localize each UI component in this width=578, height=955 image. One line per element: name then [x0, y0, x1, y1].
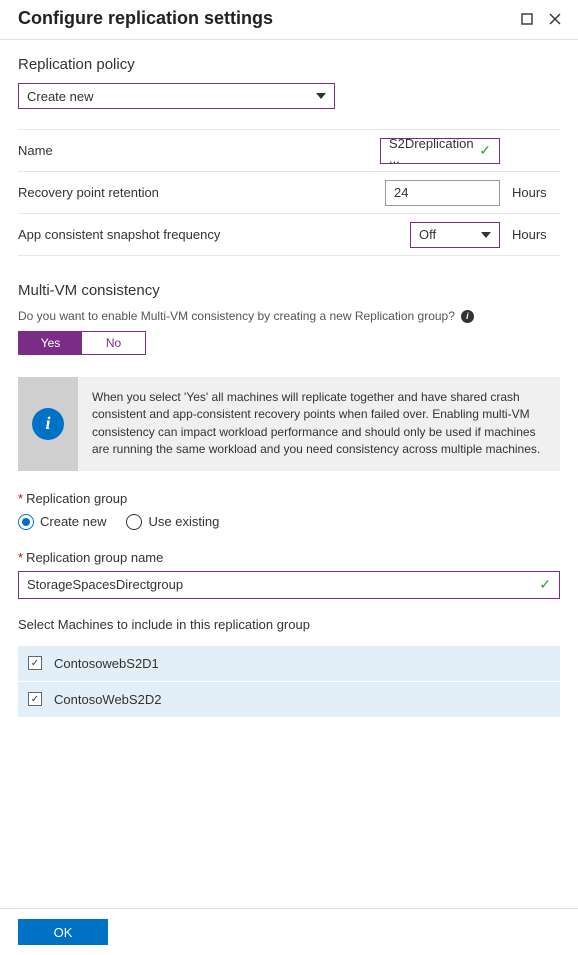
list-item[interactable]: ✓ ContosowebS2D1 [18, 646, 560, 682]
toggle-no[interactable]: No [82, 332, 145, 354]
repgroup-label: *Replication group [18, 491, 560, 506]
repgroup-name-value: StorageSpacesDirectgroup [27, 577, 183, 592]
mvc-heading: Multi-VM consistency [18, 282, 560, 299]
ok-button[interactable]: OK [18, 919, 108, 945]
machine-name: ContosowebS2D1 [54, 656, 159, 671]
policy-dropdown[interactable]: Create new [18, 83, 335, 109]
radio-create-label: Create new [40, 514, 106, 529]
retention-unit: Hours [500, 185, 560, 200]
mvc-toggle[interactable]: Yes No [18, 331, 146, 355]
retention-input[interactable]: 24 [385, 180, 500, 206]
info-icon: i [32, 408, 64, 440]
checkbox-icon[interactable]: ✓ [28, 656, 42, 670]
snapshot-label: App consistent snapshot frequency [18, 227, 410, 242]
check-icon: ✓ [539, 576, 551, 593]
repgroup-name-label: *Replication group name [18, 550, 560, 565]
repgroup-name-input[interactable]: StorageSpacesDirectgroup ✓ [18, 571, 560, 599]
name-input[interactable]: S2Dreplication ... ✓ [380, 138, 500, 164]
radio-existing-label: Use existing [148, 514, 219, 529]
check-icon: ✓ [479, 142, 491, 159]
snapshot-value: Off [419, 227, 436, 242]
checkbox-icon[interactable]: ✓ [28, 692, 42, 706]
close-icon[interactable] [546, 10, 564, 28]
toggle-yes[interactable]: Yes [19, 332, 82, 354]
radio-icon [18, 514, 34, 530]
restore-icon[interactable] [518, 10, 536, 28]
radio-use-existing[interactable]: Use existing [126, 514, 219, 530]
radio-icon [126, 514, 142, 530]
info-callout: i When you select 'Yes' all machines wil… [18, 377, 560, 471]
radio-create-new[interactable]: Create new [18, 514, 106, 530]
list-item[interactable]: ✓ ContosoWebS2D2 [18, 682, 560, 718]
retention-label: Recovery point retention [18, 185, 385, 200]
snapshot-select[interactable]: Off [410, 222, 500, 248]
name-value: S2Dreplication ... [389, 136, 479, 166]
name-label: Name [18, 143, 380, 158]
chevron-down-icon [481, 232, 491, 238]
chevron-down-icon [316, 93, 326, 99]
page-title: Configure replication settings [18, 8, 508, 29]
mvc-question: Do you want to enable Multi-VM consisten… [18, 309, 455, 323]
info-icon[interactable]: i [461, 310, 474, 323]
policy-dropdown-value: Create new [27, 89, 93, 104]
retention-value: 24 [394, 185, 408, 200]
snapshot-unit: Hours [500, 227, 560, 242]
replication-policy-heading: Replication policy [18, 56, 560, 73]
select-machines-label: Select Machines to include in this repli… [18, 617, 560, 632]
machine-name: ContosoWebS2D2 [54, 692, 161, 707]
info-text: When you select 'Yes' all machines will … [78, 377, 560, 471]
